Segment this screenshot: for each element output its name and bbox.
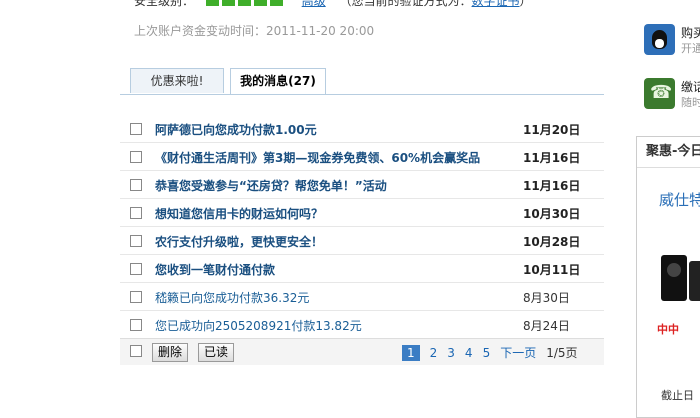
level-bar (205, 0, 219, 6)
message-checkbox[interactable] (130, 151, 142, 163)
message-list: 阿萨德已向您成功付款1.00元 11月20日 《财付通生活周刊》第3期—现金券免… (120, 115, 604, 339)
side-item-subtitle: 随时 (681, 96, 700, 109)
message-row: 农行支付升级啦，更快更安全！ 10月28日 (120, 227, 604, 255)
message-row: 想知道您信用卡的财运如何吗？ 10月30日 (120, 199, 604, 227)
message-checkbox[interactable] (130, 235, 142, 247)
message-row: 《财付通生活周刊》第3期—现金券免费领、60%机会赢奖品 11月16日 (120, 143, 604, 171)
mark-read-button[interactable]: 已读 (198, 343, 235, 362)
side-item-phone-bill[interactable]: 缴话 随时 (644, 78, 700, 112)
promo-brand-logo: 中中 (657, 323, 679, 336)
message-date: 11月20日 (523, 123, 581, 137)
message-checkbox[interactable] (130, 207, 142, 219)
message-row: 嵇籁已向您成功付款36.32元 8月30日 (120, 283, 604, 311)
page-link-2[interactable]: 2 (430, 345, 438, 361)
message-date: 10月11日 (523, 263, 581, 277)
verify-method-suffix: ） (519, 0, 532, 8)
message-row: 您已成功向2505208921付款13.82元 8月24日 (120, 311, 604, 339)
verify-method-prefix: （您当前的验证方式为： (339, 0, 472, 8)
last-fund-change-time: 上次账户资金变动时间：2011-11-20 20:00 (134, 24, 375, 38)
next-page-link[interactable]: 下一页 (500, 345, 536, 361)
message-date: 8月30日 (523, 291, 570, 305)
message-checkbox[interactable] (130, 179, 142, 191)
page-link-4[interactable]: 4 (465, 345, 473, 361)
speaker-product-image[interactable] (661, 255, 687, 301)
promo-panel-header: 聚惠-今日 (637, 137, 700, 168)
level-bar (253, 0, 267, 6)
message-checkbox[interactable] (130, 123, 142, 135)
side-item-title: 购买 (681, 26, 700, 40)
security-level-row: 安全级别： 高级 （您当前的验证方式为：数字证书） (134, 0, 532, 10)
tab-promotions[interactable]: 优惠来啦! (130, 68, 224, 93)
level-bar (221, 0, 235, 6)
delete-button[interactable]: 删除 (152, 343, 189, 362)
security-level-label: 安全级别： (134, 0, 195, 8)
message-title[interactable]: 阿萨德已向您成功付款1.00元 (155, 121, 317, 138)
level-bar (269, 0, 283, 6)
message-date: 8月24日 (523, 319, 570, 333)
select-all-checkbox[interactable] (130, 345, 142, 357)
page-link-1[interactable]: 1 (402, 345, 420, 361)
side-item-title: 缴话 (681, 80, 700, 94)
message-row: 您收到一笔财付通付款 10月11日 (120, 255, 604, 283)
message-checkbox[interactable] (130, 291, 142, 303)
message-date: 10月28日 (523, 235, 581, 249)
message-tabs: 优惠来啦! 我的消息(27) (120, 68, 604, 95)
promo-deadline: 截止日 (661, 389, 694, 402)
verify-method-link[interactable]: 数字证书 (472, 0, 520, 8)
message-title[interactable]: 想知道您信用卡的财运如何吗？ (155, 205, 323, 222)
level-bar (237, 0, 251, 6)
promo-panel: 聚惠-今日 威仕特 中中 截止日 (636, 136, 700, 418)
message-title[interactable]: 《财付通生活周刊》第3期—现金券免费领、60%机会赢奖品 (155, 149, 480, 166)
tab-my-messages[interactable]: 我的消息(27) (230, 68, 326, 94)
promo-product-title[interactable]: 威仕特 (659, 189, 700, 210)
speaker-product-image[interactable] (689, 261, 700, 301)
message-title[interactable]: 农行支付升级啦，更快更安全！ (155, 233, 323, 250)
page-total: 1/5页 (546, 346, 578, 360)
phone-icon (644, 78, 675, 109)
qq-penguin-icon (644, 24, 675, 55)
message-date: 10月30日 (523, 207, 581, 221)
message-title[interactable]: 恭喜您受邀参与“还房贷？帮您免单！”活动 (155, 177, 387, 194)
message-date: 11月16日 (523, 179, 581, 193)
message-list-footer: 删除 已读 1 2 3 4 5 下一页 1/5页 (120, 338, 604, 365)
security-level-link[interactable]: 高级 (302, 0, 326, 8)
message-checkbox[interactable] (130, 319, 142, 331)
message-title[interactable]: 您收到一笔财付通付款 (155, 261, 275, 278)
side-item-subtitle: 开通 (681, 42, 700, 55)
side-item-buy[interactable]: 购买 开通 (644, 24, 700, 58)
pagination: 1 2 3 4 5 下一页 1/5页 (402, 344, 578, 361)
message-date: 11月16日 (523, 151, 581, 165)
message-checkbox[interactable] (130, 263, 142, 275)
message-title[interactable]: 嵇籁已向您成功付款36.32元 (155, 289, 309, 306)
page-link-5[interactable]: 5 (483, 345, 491, 361)
security-level-bars (205, 0, 286, 8)
message-row: 恭喜您受邀参与“还房贷？帮您免单！”活动 11月16日 (120, 171, 604, 199)
message-title[interactable]: 您已成功向2505208921付款13.82元 (155, 317, 362, 334)
page-link-3[interactable]: 3 (447, 345, 455, 361)
message-row: 阿萨德已向您成功付款1.00元 11月20日 (120, 115, 604, 143)
